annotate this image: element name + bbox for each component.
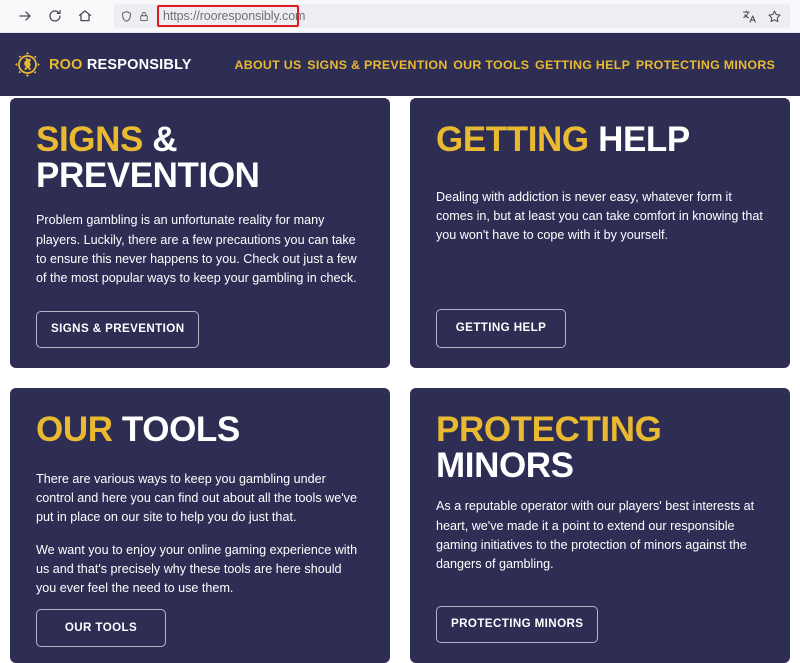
- card-spacer: [36, 288, 364, 311]
- card-title-highlight: OUR: [36, 410, 122, 449]
- card-paragraph: Problem gambling is an unfortunate reali…: [36, 213, 357, 285]
- menu-item-getting-help[interactable]: GETTING HELP: [535, 58, 630, 72]
- getting-help-button[interactable]: GETTING HELP: [436, 309, 566, 348]
- browser-toolbar: https://rooresponsibly.com: [0, 0, 800, 33]
- card-paragraph: Dealing with addiction is never easy, wh…: [436, 189, 763, 242]
- card-title: OUR TOOLS: [36, 412, 364, 448]
- card-grid: SIGNS & PREVENTION Problem gambling is a…: [0, 96, 800, 663]
- star-bookmark-icon[interactable]: [767, 9, 782, 24]
- lock-icon[interactable]: [138, 10, 150, 23]
- card-protecting-minors: PROTECTING MINORS As a reputable operato…: [410, 388, 790, 663]
- brand-word-1: ROO: [49, 56, 83, 73]
- card-spacer: [436, 245, 764, 309]
- url-text: https://rooresponsibly.com: [163, 9, 306, 23]
- our-tools-button[interactable]: OUR TOOLS: [36, 608, 166, 648]
- home-icon[interactable]: [70, 3, 100, 29]
- card-spacer: [36, 599, 364, 609]
- menu-item-our-tools[interactable]: OUR TOOLS: [453, 58, 529, 72]
- card-title: GETTING HELP: [436, 122, 764, 158]
- card-signs-prevention: SIGNS & PREVENTION Problem gambling is a…: [10, 98, 390, 368]
- address-bar[interactable]: https://rooresponsibly.com: [114, 4, 790, 28]
- signs-prevention-button[interactable]: SIGNS & PREVENTION: [36, 311, 200, 348]
- card-title-highlight: GETTING: [436, 120, 599, 159]
- brand-text: ROO RESPONSIBLY: [49, 57, 192, 73]
- card-spacer: [436, 574, 764, 606]
- card-title-highlight: PROTECTING: [436, 410, 662, 449]
- translate-icon[interactable]: [742, 9, 757, 24]
- card-title-rest: TOOLS: [121, 410, 240, 449]
- card-paragraph: We want you to enjoy your online gaming …: [36, 543, 358, 596]
- brand-logo-link[interactable]: ROO RESPONSIBLY: [14, 51, 192, 78]
- forward-arrow-icon[interactable]: [10, 3, 40, 29]
- card-title-highlight: SIGNS: [36, 120, 153, 159]
- menu-item-signs-prevention[interactable]: SIGNS & PREVENTION: [307, 58, 447, 72]
- card-title-rest: HELP: [598, 120, 690, 159]
- main-menu: ABOUT US SIGNS & PREVENTION OUR TOOLS GE…: [192, 58, 800, 72]
- card-getting-help: GETTING HELP Dealing with addiction is n…: [410, 98, 790, 368]
- card-paragraph: As a reputable operator with our players…: [436, 499, 755, 571]
- reload-icon[interactable]: [40, 3, 70, 29]
- brand-word-2: RESPONSIBLY: [86, 56, 192, 73]
- kangaroo-emblem-icon: [14, 51, 41, 78]
- url-input[interactable]: https://rooresponsibly.com: [157, 5, 737, 27]
- menu-item-protecting-minors[interactable]: PROTECTING MINORS: [636, 58, 775, 72]
- protecting-minors-button[interactable]: PROTECTING MINORS: [436, 606, 599, 643]
- card-title: PROTECTING MINORS: [436, 412, 764, 483]
- shield-icon[interactable]: [120, 10, 133, 23]
- card-title: SIGNS & PREVENTION: [36, 122, 364, 193]
- menu-item-about-us[interactable]: ABOUT US: [235, 58, 302, 72]
- card-our-tools: OUR TOOLS There are various ways to keep…: [10, 388, 390, 663]
- site-header: ROO RESPONSIBLY ABOUT US SIGNS & PREVENT…: [0, 33, 800, 96]
- card-paragraph: There are various ways to keep you gambl…: [36, 471, 357, 524]
- card-title-rest: MINORS: [436, 445, 574, 485]
